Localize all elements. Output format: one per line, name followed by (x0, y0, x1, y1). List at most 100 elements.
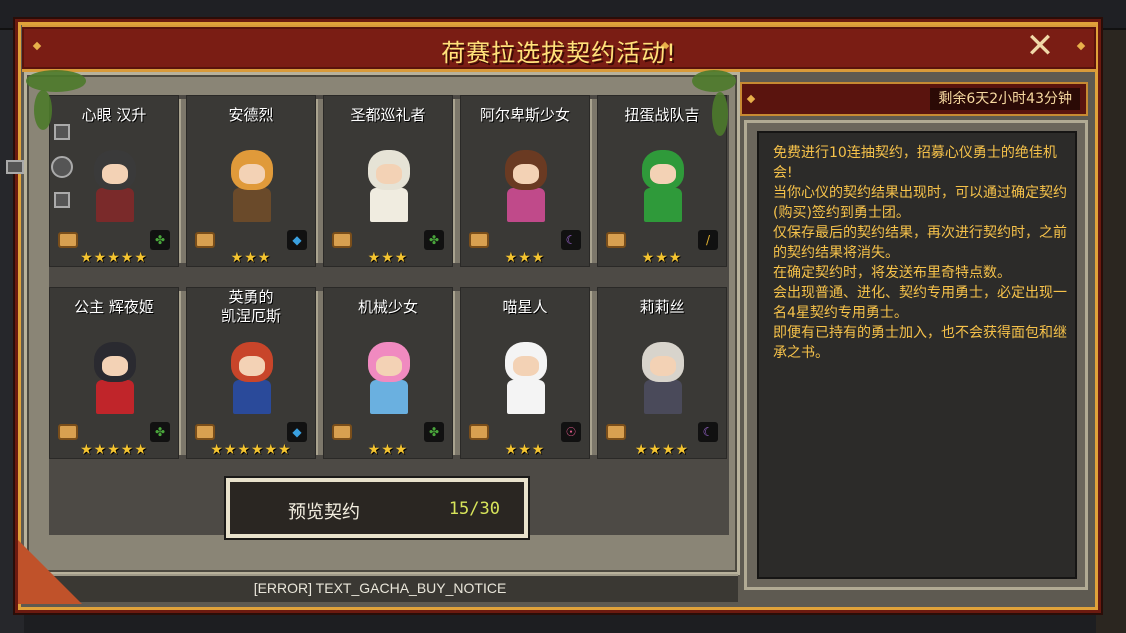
hero-body (370, 188, 408, 222)
close-button[interactable]: ✕ (1022, 29, 1058, 65)
hero-grid: 心眼 汉升 ✤ ★★★★★ 安德烈 ◆ ★★★ 圣都巡礼者 ✤ ★★★ 阿尔卑斯少女 ☾ ★★★ 扭蛋战… (49, 95, 729, 535)
hero-body (233, 188, 271, 222)
hero-face (650, 164, 676, 184)
preview-contract-button[interactable]: 预览契约 15/30 (226, 478, 528, 538)
background-right-edge (1096, 30, 1126, 633)
side-share-icon[interactable] (6, 160, 24, 174)
hero-name: 公主 辉夜姬 (74, 298, 154, 316)
hero-card[interactable]: 莉莉丝 ☾ ★★★★ (597, 287, 727, 459)
timer-bar: 剩余6天2小时43分钟 (740, 82, 1088, 116)
hero-body (96, 188, 134, 222)
hero-portrait (217, 146, 287, 226)
hero-name: 圣都巡礼者 (350, 106, 426, 124)
hero-body (370, 380, 408, 414)
hero-card[interactable]: 机械少女 ✤ ★★★ (323, 287, 453, 459)
hero-name: 机械少女 (357, 298, 418, 316)
hero-body (96, 380, 134, 414)
contract-scroll-icon (58, 232, 78, 248)
hero-portrait (628, 146, 698, 226)
hero-portrait (628, 338, 698, 418)
timer-ornament-left (746, 94, 756, 104)
hero-star-rating: ★★★ (367, 442, 409, 458)
hero-body (233, 380, 271, 414)
leaf-icon: ✤ (424, 230, 444, 250)
dialog-title: 荷赛拉选拔契约活动! (441, 39, 677, 67)
contract-scroll-icon (469, 424, 489, 440)
hero-card[interactable]: 公主 辉夜姬 ✤ ★★★★★ (49, 287, 179, 459)
hero-name: 扭蛋战队吉 (624, 106, 700, 124)
leaf-icon: ✤ (150, 230, 170, 250)
hero-star-rating: ★★★★★★ (210, 442, 292, 458)
hero-face (376, 164, 402, 184)
hero-face (102, 164, 128, 184)
hero-name: 英勇的 凯涅厄斯 (220, 288, 281, 325)
dark-icon: ☾ (561, 230, 581, 250)
leaf-icon: ✤ (424, 422, 444, 442)
hero-body (507, 380, 545, 414)
vine-decoration-left-drop (34, 90, 52, 130)
hero-name: 喵星人 (502, 298, 548, 316)
dialog-title-bar: 荷赛拉选拔契约活动! ✕ (22, 25, 1096, 72)
vine-decoration-left (26, 70, 86, 92)
info-box: 免费进行10连抽契约，招募心仪勇士的绝佳机会! 当你心仪的契约结果出现时，可以通… (757, 131, 1077, 579)
preview-contract-label: 预览契约 (288, 502, 360, 523)
remaining-time: 剩余6天2小时43分钟 (930, 88, 1080, 110)
hero-card[interactable]: 心眼 汉升 ✤ ★★★★★ (49, 95, 179, 267)
info-panel: 免费进行10连抽契约，招募心仪勇士的绝佳机会! 当你心仪的契约结果出现时，可以通… (744, 120, 1088, 590)
hero-face (513, 356, 539, 376)
hero-portrait (80, 338, 150, 418)
contract-scroll-icon (195, 424, 215, 440)
contract-scroll-icon (332, 232, 352, 248)
hero-portrait (354, 146, 424, 226)
hero-portrait (217, 338, 287, 418)
side-face-icon[interactable] (54, 124, 70, 140)
contract-scroll-icon (195, 232, 215, 248)
contract-scroll-icon (58, 424, 78, 440)
hero-star-rating: ★★★ (504, 250, 546, 266)
notice-strip: [ERROR] TEXT_GACHA_BUY_NOTICE (22, 574, 738, 602)
hero-face (513, 164, 539, 184)
dark-icon: ☾ (698, 422, 718, 442)
hero-star-rating: ★★★ (641, 250, 683, 266)
contract-scroll-icon (332, 424, 352, 440)
earth-icon: / (698, 230, 718, 250)
light-icon: ☉ (561, 422, 581, 442)
hero-star-rating: ★★★ (230, 250, 272, 266)
hero-face (239, 356, 265, 376)
leaf-icon: ✤ (150, 422, 170, 442)
hero-body (644, 188, 682, 222)
hero-name: 安德烈 (228, 106, 274, 124)
hero-face (239, 164, 265, 184)
vine-decoration-right (692, 70, 736, 92)
hero-name: 阿尔卑斯少女 (479, 106, 570, 124)
side-eye-icon[interactable] (51, 156, 73, 178)
close-icon: ✕ (1025, 26, 1055, 66)
hero-card[interactable]: 圣都巡礼者 ✤ ★★★ (323, 95, 453, 267)
hero-face (102, 356, 128, 376)
vine-decoration-right-drop (712, 92, 728, 136)
gacha-buy-notice: [ERROR] TEXT_GACHA_BUY_NOTICE (253, 580, 507, 596)
hero-face (650, 356, 676, 376)
hero-star-rating: ★★★★★ (80, 250, 148, 266)
hero-portrait (491, 146, 561, 226)
hero-name: 心眼 汉升 (81, 106, 147, 124)
contract-scroll-icon (606, 424, 626, 440)
info-description: 免费进行10连抽契约，招募心仪勇士的绝佳机会! 当你心仪的契约结果出现时，可以通… (773, 145, 1067, 361)
hero-card[interactable]: 英勇的 凯涅厄斯 ◆ ★★★★★★ (186, 287, 316, 459)
contract-scroll-icon (469, 232, 489, 248)
hero-body (644, 380, 682, 414)
hero-card[interactable]: 喵星人 ☉ ★★★ (460, 287, 590, 459)
hero-star-rating: ★★★★ (634, 442, 690, 458)
side-grid-icon[interactable] (54, 192, 70, 208)
hero-portrait (491, 338, 561, 418)
hero-portrait (80, 146, 150, 226)
preview-contract-count: 15/30 (448, 499, 500, 519)
hero-name: 莉莉丝 (639, 298, 685, 316)
hero-face (376, 356, 402, 376)
corner-ribbon (18, 540, 82, 604)
hero-card[interactable]: 安德烈 ◆ ★★★ (186, 95, 316, 267)
hero-star-rating: ★★★ (367, 250, 409, 266)
hero-card[interactable]: 阿尔卑斯少女 ☾ ★★★ (460, 95, 590, 267)
contract-scroll-icon (606, 232, 626, 248)
hero-card[interactable]: 扭蛋战队吉 / ★★★ (597, 95, 727, 267)
